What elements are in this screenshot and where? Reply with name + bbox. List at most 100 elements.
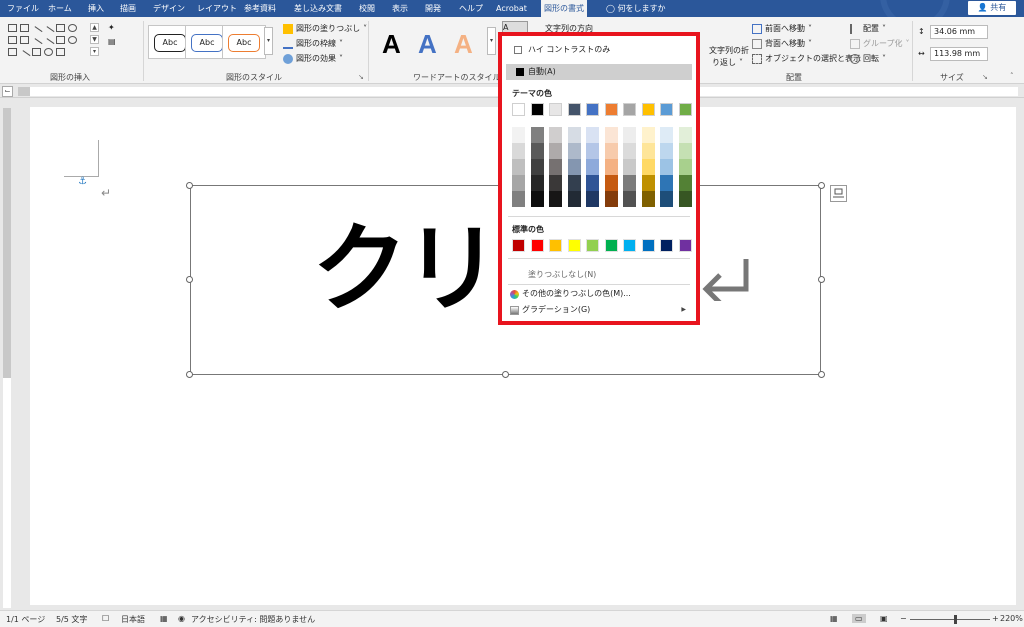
shape-outline-button[interactable]: 図形の枠線 ˅ [283, 38, 343, 49]
theme-color-swatch[interactable] [678, 103, 692, 116]
shape-arrow-icon[interactable] [42, 26, 55, 38]
zoom-slider-thumb[interactable] [954, 615, 957, 624]
shape-gallery-up-icon[interactable]: ▲ [90, 23, 99, 32]
word-count[interactable]: 5/5 文字 [56, 614, 87, 625]
shape-star-icon[interactable] [68, 36, 77, 44]
theme-shade-swatch[interactable] [623, 143, 636, 159]
resize-handle-top-right[interactable] [818, 182, 825, 189]
theme-shade-swatch[interactable] [549, 127, 562, 143]
selection-pane-button[interactable]: オブジェクトの選択と表示 [752, 53, 861, 64]
theme-color-swatch[interactable] [549, 103, 562, 116]
wordart-style-1[interactable]: A [382, 29, 401, 60]
theme-shade-swatch[interactable] [678, 143, 692, 159]
read-mode-icon[interactable]: ▦ [830, 614, 838, 623]
theme-color-swatch[interactable] [567, 103, 581, 116]
tab-home[interactable]: ホーム [45, 0, 75, 17]
shape-gallery-more-icon[interactable]: ▾ [90, 47, 99, 56]
shape-flowchart-icon[interactable] [8, 48, 17, 56]
theme-shade-swatch[interactable] [623, 175, 636, 191]
tab-help[interactable]: ヘルプ [456, 0, 486, 17]
more-colors-option[interactable]: その他の塗りつぶしの色(M)... [506, 286, 692, 302]
height-field[interactable]: 34.06 mm [930, 25, 988, 39]
standard-color-swatch[interactable] [549, 239, 562, 252]
theme-shade-swatch[interactable] [641, 127, 655, 143]
shape-callout-icon[interactable] [44, 48, 53, 56]
wordart-gallery[interactable]: A A A [372, 25, 484, 61]
web-layout-icon[interactable]: ▣ [880, 614, 888, 623]
layout-options-icon[interactable] [830, 185, 847, 202]
resize-handle-top-left[interactable] [186, 182, 193, 189]
tab-draw[interactable]: 描画 [117, 0, 139, 17]
share-button[interactable]: 👤 共有 [968, 1, 1016, 15]
zoom-level[interactable]: 220% [1000, 614, 1023, 623]
theme-shade-swatch[interactable] [641, 159, 655, 175]
rotate-button[interactable]: 回転 ˅ [850, 53, 886, 64]
zoom-slider[interactable] [910, 619, 990, 620]
shape-oval-icon[interactable] [68, 24, 77, 32]
wrap-text-button-line2[interactable]: り返し ˅ [712, 57, 743, 68]
shape-rounded-rect-icon[interactable] [8, 36, 17, 44]
language[interactable]: 日本語 [121, 614, 145, 625]
theme-color-swatch[interactable] [623, 103, 636, 116]
standard-color-swatch[interactable] [604, 239, 618, 252]
no-fill-option[interactable]: 塗りつぶしなし(N) [506, 267, 692, 283]
theme-shade-swatch[interactable] [567, 159, 581, 175]
theme-shade-swatch[interactable] [641, 191, 655, 207]
theme-shade-swatch[interactable] [660, 191, 673, 207]
tab-view[interactable]: 表示 [389, 0, 411, 17]
theme-shade-swatch[interactable] [567, 191, 581, 207]
theme-shade-swatch[interactable] [660, 143, 673, 159]
tab-shape-format[interactable]: 図形の書式 [541, 0, 587, 17]
theme-color-swatch[interactable] [586, 103, 599, 116]
theme-shade-swatch[interactable] [604, 175, 618, 191]
page-count[interactable]: 1/1 ページ [6, 614, 45, 625]
wordart-more-icon[interactable]: ▾ [487, 27, 496, 55]
shape-style-more-icon[interactable]: ▾ [264, 27, 273, 55]
theme-shade-swatch[interactable] [530, 191, 544, 207]
standard-color-swatch[interactable] [623, 239, 636, 252]
theme-shade-swatch[interactable] [512, 175, 525, 191]
bring-forward-button[interactable]: 前面へ移動 ˅ [752, 23, 812, 34]
automatic-color[interactable]: 自動(A) [506, 64, 692, 80]
theme-shade-swatch[interactable] [604, 191, 618, 207]
theme-shade-swatch[interactable] [604, 159, 618, 175]
theme-color-swatch[interactable] [512, 103, 525, 116]
theme-shade-swatch[interactable] [512, 143, 525, 159]
align-button[interactable]: 配置 ˅ [850, 23, 886, 34]
theme-shade-swatch[interactable] [530, 159, 544, 175]
theme-shade-swatch[interactable] [512, 127, 525, 143]
size-dialog-launcher-icon[interactable]: ↘ [982, 73, 988, 81]
accessibility-status[interactable]: アクセシビリティ: 問題ありません [191, 614, 315, 625]
theme-shade-swatch[interactable] [586, 143, 599, 159]
proofing-icon[interactable]: ☐ [102, 614, 109, 623]
theme-shade-swatch[interactable] [641, 175, 655, 191]
tab-selector-icon[interactable]: ⌙ [2, 86, 13, 97]
theme-shade-swatch[interactable] [530, 127, 544, 143]
shape-effects-button[interactable]: 図形の効果 ˅ [283, 53, 343, 64]
zoom-in-button[interactable]: + [992, 614, 999, 623]
theme-color-swatch[interactable] [641, 103, 655, 116]
theme-shade-swatch[interactable] [586, 175, 599, 191]
zoom-out-button[interactable]: − [900, 614, 907, 623]
theme-shade-swatch[interactable] [586, 159, 599, 175]
theme-shade-swatch[interactable] [678, 175, 692, 191]
tab-design[interactable]: デザイン [150, 0, 188, 17]
macro-icon[interactable]: ▦ [160, 614, 168, 623]
tab-review[interactable]: 校閲 [356, 0, 378, 17]
vertical-ruler[interactable] [0, 98, 13, 610]
anchor-icon[interactable]: ⚓ [78, 176, 87, 187]
standard-color-swatch[interactable] [660, 239, 673, 252]
theme-shade-swatch[interactable] [641, 143, 655, 159]
theme-shade-swatch[interactable] [530, 143, 544, 159]
dialog-launcher-icon[interactable]: ↘ [358, 73, 364, 81]
wordart-style-3[interactable]: A [454, 29, 473, 60]
shape-fill-button[interactable]: 図形の塗りつぶし ˅ [283, 23, 367, 34]
tab-layout[interactable]: レイアウト [194, 0, 240, 17]
theme-shade-swatch[interactable] [549, 191, 562, 207]
edit-shape-button[interactable]: ✦ [108, 23, 115, 32]
shape-textbox-icon[interactable] [8, 24, 17, 32]
wordart-style-2[interactable]: A [418, 29, 437, 60]
collapse-ribbon-icon[interactable]: ˄ [1010, 72, 1014, 80]
theme-shade-swatch[interactable] [512, 159, 525, 175]
width-field[interactable]: 113.98 mm [930, 47, 988, 61]
